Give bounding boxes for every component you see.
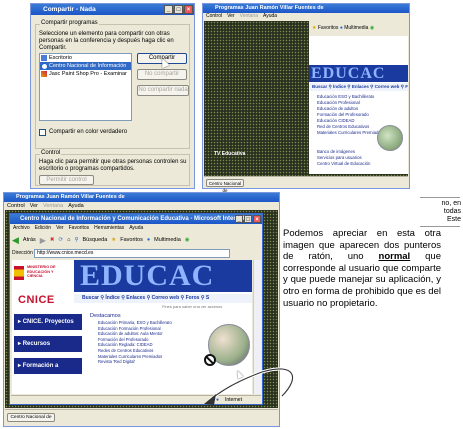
callout-arrow	[204, 367, 294, 405]
